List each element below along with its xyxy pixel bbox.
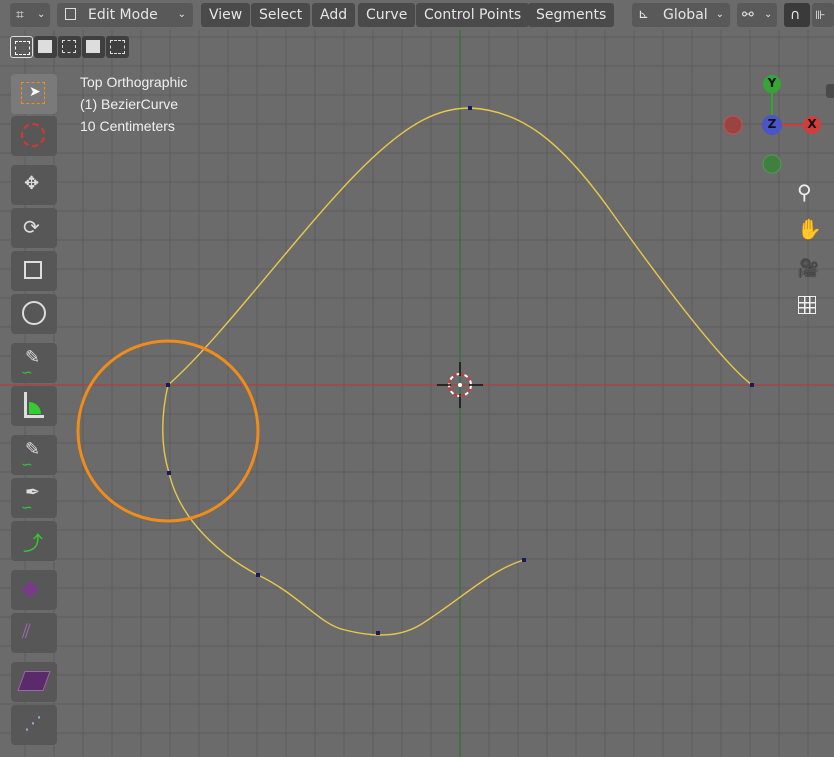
- gizmo-y-label[interactable]: Y: [765, 76, 779, 90]
- green-stroke-icon: ∽: [21, 365, 33, 381]
- menu-segments[interactable]: Segments: [528, 3, 615, 27]
- tool-annotate[interactable]: ✎ ∽: [11, 343, 57, 383]
- viewport-header: ⌗ ⌄ Edit Mode ⌄ View Select Add Curve Co…: [0, 0, 834, 30]
- move-icon: ✥: [24, 173, 40, 194]
- object-name-text: (1) BezierCurve: [80, 96, 179, 112]
- vertex-slide-icon: ⋰: [24, 713, 42, 734]
- magnet-icon: ∩: [790, 7, 801, 23]
- select-new-button[interactable]: [10, 36, 33, 58]
- grid-editor-icon: ⌗: [16, 7, 24, 23]
- extrude-icon: [17, 671, 51, 691]
- transform-icon: [22, 301, 46, 325]
- zoom-button[interactable]: ⚲: [794, 180, 820, 206]
- chevron-down-icon: ⌄: [37, 9, 46, 20]
- mode-label: Edit Mode: [88, 7, 158, 23]
- rotate-icon: ⟳: [23, 215, 40, 239]
- gizmo-x-label[interactable]: X: [805, 117, 819, 131]
- snap-target-dropdown[interactable]: ⊪: [812, 3, 834, 27]
- control-point: [522, 558, 526, 562]
- tool-rotate[interactable]: ⟳: [11, 208, 57, 248]
- tool-scale[interactable]: [11, 251, 57, 291]
- gizmo-z-label[interactable]: Z: [765, 117, 779, 131]
- 3d-viewport[interactable]: [0, 0, 834, 757]
- menu-add[interactable]: Add: [312, 3, 356, 27]
- editor-type-button[interactable]: ⌗ ⌄: [10, 3, 50, 27]
- menu-view[interactable]: View: [201, 3, 251, 27]
- orientation-label: Global: [663, 7, 708, 23]
- tool-select-box[interactable]: ➤: [11, 74, 57, 114]
- tool-vertex-slide[interactable]: ⋰: [11, 705, 57, 745]
- tool-transform[interactable]: [11, 294, 57, 334]
- pan-button[interactable]: ✋: [794, 217, 822, 243]
- viewport-grid: [0, 30, 834, 757]
- chevron-down-icon: ⌄: [177, 9, 186, 20]
- tool-randomize[interactable]: ⫽: [11, 613, 57, 653]
- mode-dropdown[interactable]: Edit Mode ⌄: [57, 3, 193, 27]
- tool-cursor[interactable]: [11, 116, 57, 156]
- snap-toggle[interactable]: ∩: [784, 3, 810, 27]
- tilt-icon: ◆: [22, 576, 39, 601]
- scale-icon: [24, 261, 42, 279]
- select-intersect-button[interactable]: [106, 36, 129, 58]
- control-point: [167, 471, 171, 475]
- link-icon: ⚯: [742, 7, 754, 23]
- green-curve-icon: ∽: [21, 500, 33, 516]
- tool-curve-pen[interactable]: ⤴: [11, 521, 57, 561]
- sidebar-toggle-tab[interactable]: [826, 84, 834, 98]
- control-point: [256, 573, 260, 577]
- randomize-icon: ⫽: [22, 619, 31, 643]
- control-point: [750, 383, 754, 387]
- select-intersect-icon: [110, 40, 125, 54]
- menu-curve[interactable]: Curve: [358, 3, 416, 27]
- grid-icon: [798, 296, 816, 314]
- transform-orientation-dropdown[interactable]: ⊾ Global ⌄: [632, 3, 730, 27]
- select-invert-button[interactable]: [82, 36, 105, 58]
- ortho-toggle-button[interactable]: [794, 293, 820, 319]
- view-name-text: Top Orthographic: [80, 74, 188, 90]
- select-extend-button[interactable]: [34, 36, 57, 58]
- chevron-down-icon: ⌄: [715, 9, 724, 20]
- tool-extrude[interactable]: [11, 662, 57, 702]
- camera-view-button[interactable]: 🎥: [794, 256, 820, 282]
- tool-draw[interactable]: ✎ ∽: [11, 435, 57, 475]
- menu-select[interactable]: Select: [251, 3, 311, 27]
- bezier-curve-lower: [162, 384, 525, 636]
- select-extend-icon: [38, 40, 52, 53]
- tool-pen[interactable]: ✒ ∽: [11, 478, 57, 518]
- zoom-icon: ⚲: [797, 180, 812, 204]
- tool-measure[interactable]: [11, 386, 57, 426]
- control-point: [468, 106, 472, 110]
- brush-radius-circle: [76, 339, 260, 523]
- cursor-arrow-icon: ➤: [29, 84, 41, 100]
- camera-icon: 🎥: [797, 258, 820, 279]
- curve-pen-icon: ⤴: [23, 531, 43, 555]
- axes-icon: ⊾: [638, 7, 649, 22]
- edit-mode-icon: [65, 8, 76, 20]
- select-new-icon: [15, 41, 30, 55]
- chevron-down-icon: ⌄: [764, 9, 773, 20]
- hand-icon: ✋: [797, 217, 822, 241]
- tool-tilt[interactable]: ◆: [11, 570, 57, 610]
- pivot-point-dropdown[interactable]: ⚯ ⌄: [737, 3, 777, 27]
- ruler-icon: ⊪: [815, 8, 826, 22]
- control-point: [166, 383, 170, 387]
- menu-control-points[interactable]: Control Points: [416, 3, 530, 27]
- grid-scale-text: 10 Centimeters: [80, 118, 175, 134]
- select-invert-icon: [86, 40, 100, 53]
- green-curve-icon: ∽: [21, 457, 33, 473]
- cursor-icon: [21, 123, 45, 147]
- tool-move[interactable]: ✥: [11, 165, 57, 205]
- select-subtract-icon: [62, 40, 76, 53]
- 3d-cursor-icon: [437, 362, 483, 408]
- control-point: [376, 631, 380, 635]
- select-subtract-button[interactable]: [58, 36, 81, 58]
